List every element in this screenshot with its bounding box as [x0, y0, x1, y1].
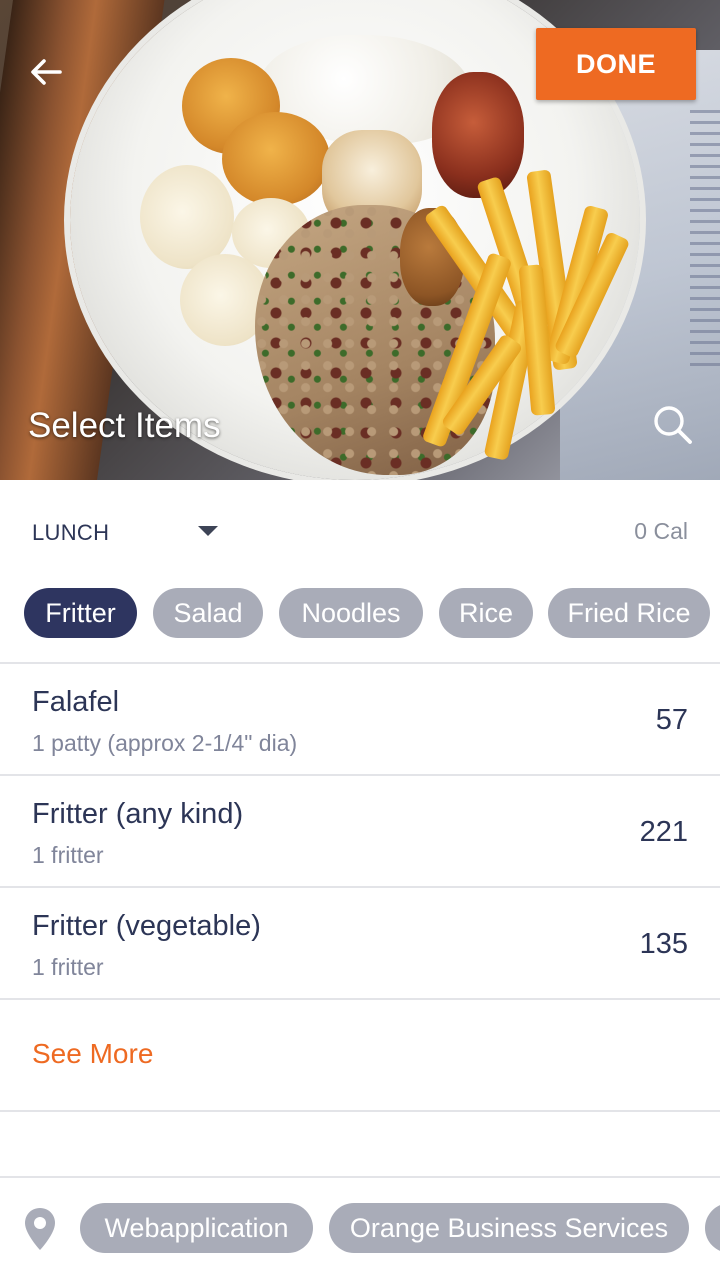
meal-dropdown[interactable]: LUNCH — [32, 518, 232, 548]
category-chip-salad[interactable]: Salad — [153, 588, 263, 638]
food-calories: 221 — [639, 816, 688, 848]
category-chip-noodles[interactable]: Noodles — [279, 588, 423, 638]
search-button[interactable] — [650, 402, 696, 448]
food-name: Fritter (vegetable) — [32, 910, 261, 942]
see-more-link[interactable]: See More — [32, 1038, 153, 1070]
category-chip-rice[interactable]: Rice — [439, 588, 533, 638]
food-item-row[interactable]: Fritter (vegetable) 1 fritter 135 — [0, 888, 720, 998]
food-serving: 1 fritter — [32, 954, 104, 980]
arrow-left-icon — [31, 59, 62, 85]
location-chip-webapplication[interactable]: Webapplication — [80, 1203, 313, 1253]
location-pin-icon — [25, 1208, 55, 1250]
location-chip-more[interactable] — [705, 1203, 720, 1253]
food-list: Falafel 1 patty (approx 2-1/4" dia) 57 F… — [0, 662, 720, 1178]
location-chip-orange-business-services[interactable]: Orange Business Services — [329, 1203, 689, 1253]
app-screen: DONE Select Items LUNCH 0 Cal Fritter Sa… — [0, 0, 720, 1280]
caret-down-icon — [198, 526, 218, 536]
food-name: Fritter (any kind) — [32, 798, 244, 830]
food-name: Falafel — [32, 686, 120, 718]
food-photo: DONE Select Items — [0, 0, 720, 480]
category-chip-fried-rice[interactable]: Fried Rice — [548, 588, 710, 638]
food-serving: 1 patty (approx 2-1/4" dia) — [32, 730, 298, 756]
food-calories: 57 — [655, 704, 688, 736]
calorie-total: 0 Cal — [634, 518, 688, 544]
location-bar: Webapplication Orange Business Services — [0, 1178, 720, 1280]
back-button[interactable] — [24, 50, 68, 94]
page-title: Select Items — [28, 406, 221, 445]
food-item-row[interactable]: Falafel 1 patty (approx 2-1/4" dia) 57 — [0, 664, 720, 774]
see-more-row: See More — [0, 1000, 720, 1110]
food-item-row[interactable]: Fritter (any kind) 1 fritter 221 — [0, 776, 720, 886]
meal-row: LUNCH 0 Cal — [0, 480, 720, 580]
food-calories: 135 — [639, 928, 688, 960]
search-icon — [654, 406, 692, 444]
category-chips: Fritter Salad Noodles Rice Fried Rice — [0, 588, 720, 640]
done-button[interactable]: DONE — [536, 28, 696, 100]
meal-label: LUNCH — [32, 520, 110, 545]
category-chip-fritter[interactable]: Fritter — [24, 588, 137, 638]
food-serving: 1 fritter — [32, 842, 104, 868]
